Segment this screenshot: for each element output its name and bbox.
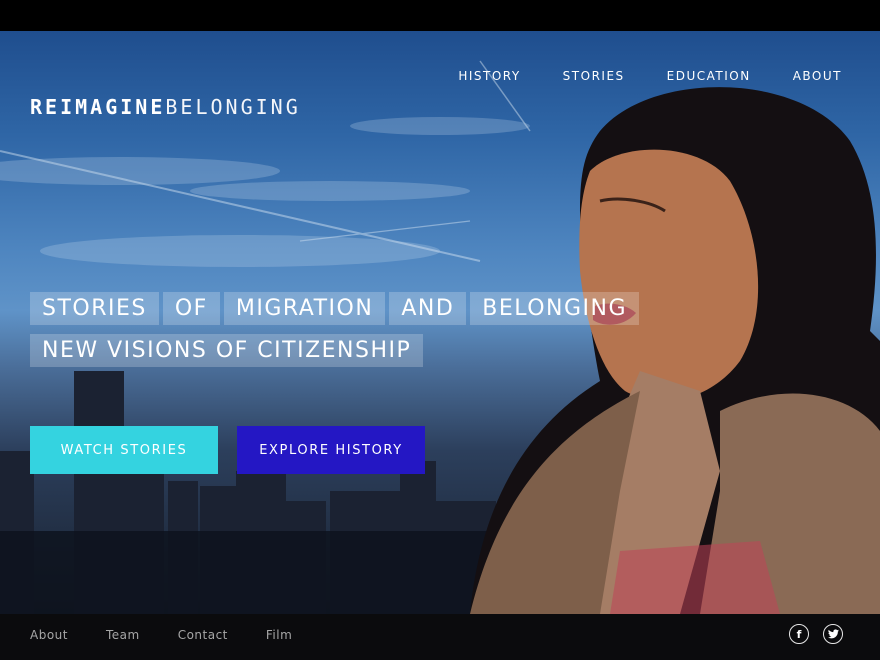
nav-history[interactable]: HISTORY [458,69,520,83]
hero-headline: STORIES OF MIGRATION AND BELONGING NEW V… [30,292,640,368]
headline-word: AND [389,292,467,325]
explore-history-button[interactable]: EXPLORE HISTORY [237,426,425,474]
facebook-icon[interactable]: f [789,624,809,644]
footer-link-contact[interactable]: Contact [178,628,228,642]
footer: About Team Contact Film f [0,614,880,660]
footer-link-team[interactable]: Team [106,628,140,642]
top-black-bar [0,0,880,31]
headline-word: STORIES [30,292,159,325]
headline-word: MIGRATION [223,292,386,325]
footer-link-film[interactable]: Film [266,628,292,642]
twitter-icon[interactable] [823,624,843,644]
headline-word: BELONGING [470,292,640,325]
footer-link-about[interactable]: About [30,628,68,642]
brand-logo-part2: BELONGING [165,95,301,119]
headline-subtitle: NEW VISIONS OF CITIZENSHIP [30,334,424,367]
brand-logo-part1: REIMAGINE [30,95,166,119]
nav-education[interactable]: EDUCATION [667,69,751,83]
footer-links: About Team Contact Film [30,628,292,642]
headline-row-1: STORIES OF MIGRATION AND BELONGING [30,292,640,325]
brand-logo[interactable]: REIMAGINEBELONGING [30,95,301,119]
nav-about[interactable]: ABOUT [793,69,842,83]
watch-stories-button[interactable]: WATCH STORIES [30,426,218,474]
headline-row-2: NEW VISIONS OF CITIZENSHIP [30,334,639,367]
headline-word: OF [162,292,220,325]
nav-stories[interactable]: STORIES [563,69,625,83]
main-nav: HISTORY STORIES EDUCATION ABOUT [458,69,842,83]
social-links: f [789,624,843,644]
